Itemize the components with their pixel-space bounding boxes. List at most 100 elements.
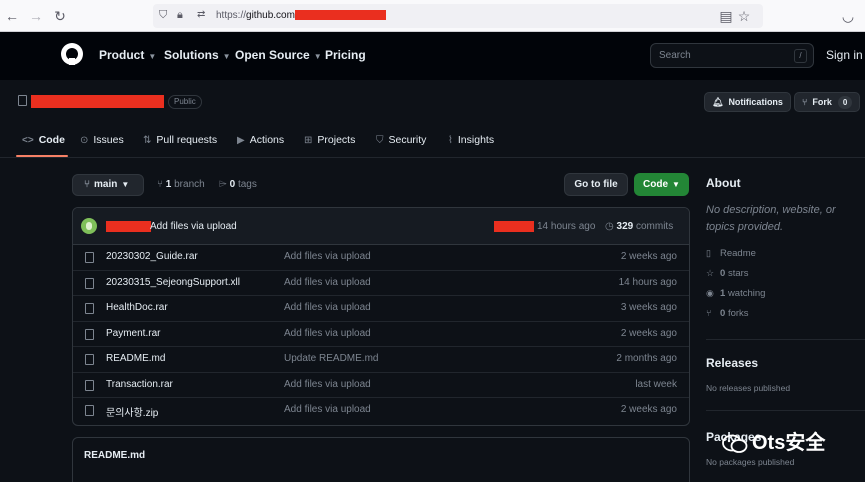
readme-title[interactable]: README.md	[84, 450, 145, 461]
file-row[interactable]: 문의사항.zip Add files via upload 2 weeks ag…	[73, 398, 689, 424]
url-host: github.com	[246, 10, 295, 21]
nav-pricing[interactable]: Pricing	[325, 48, 366, 62]
forward-arrow-icon[interactable]: →	[26, 6, 46, 26]
commit-count-label: commits	[635, 221, 674, 232]
avatar[interactable]	[81, 218, 97, 234]
nav-open-source[interactable]: Open Source ▼	[235, 48, 322, 62]
about-description: No description, website, or topics provi…	[706, 204, 836, 233]
wechat-logo-icon	[722, 434, 748, 453]
file-row[interactable]: Transaction.rar Add files via upload las…	[73, 373, 689, 398]
search-input[interactable]: Search /	[650, 43, 814, 68]
star-icon: ☆	[706, 268, 715, 278]
readme-link[interactable]: ▯ Readme	[706, 248, 756, 259]
file-name[interactable]: README.md	[106, 353, 165, 364]
tab-actions[interactable]: ▶ Actions	[237, 134, 284, 146]
tab-projects[interactable]: ⊞ Projects	[304, 134, 355, 146]
file-row[interactable]: Payment.rar Add files via upload 2 weeks…	[73, 322, 689, 347]
table-icon: ⊞	[304, 135, 313, 146]
tab-projects-label: Projects	[317, 134, 356, 146]
branch-icon: ⑂	[157, 179, 163, 190]
watching-count: 1	[720, 288, 726, 299]
visibility-badge: Public	[168, 95, 202, 109]
tab-security-label: Security	[388, 134, 427, 146]
fork-button[interactable]: ⑂ Fork 0	[794, 92, 861, 112]
file-name[interactable]: Payment.rar	[106, 328, 160, 339]
tab-issues[interactable]: ⊙ Issues	[80, 134, 124, 146]
commit-count: 329	[616, 221, 634, 232]
bookmark-star-icon[interactable]: ☆	[734, 6, 754, 26]
nav-open-source-label: Open Source	[235, 48, 310, 62]
nav-product-label: Product	[99, 48, 145, 62]
notifications-button[interactable]: 🔔︎ Notifications	[704, 92, 791, 112]
file-row[interactable]: HealthDoc.rar Add files via upload 3 wee…	[73, 296, 689, 322]
file-row[interactable]: 20230315_SejeongSupport.xll Add files vi…	[73, 271, 689, 296]
pocket-icon[interactable]: ◡	[838, 6, 858, 26]
tab-code[interactable]: <> Code	[22, 134, 65, 146]
code-button[interactable]: Code ▼	[634, 173, 689, 196]
reader-view-icon[interactable]: ▤	[716, 6, 736, 26]
graph-icon: ⌇	[448, 135, 453, 146]
latest-commit-message[interactable]: Add files via upload	[150, 221, 237, 232]
permissions-icon: ⇄	[197, 9, 206, 20]
branch-select-button[interactable]: ⑂ main ▼	[72, 174, 144, 196]
chevron-down-icon: ▼	[313, 52, 322, 61]
file-commit-message[interactable]: Add files via upload	[284, 379, 371, 390]
tab-pull-requests[interactable]: ⇅ Pull requests	[143, 134, 217, 146]
redacted-commit-author[interactable]	[106, 221, 151, 232]
sidebar-divider	[706, 339, 865, 340]
file-age: 14 hours ago	[618, 276, 677, 288]
forks-link[interactable]: ⑂ 0 forks	[706, 308, 749, 319]
file-commit-message[interactable]: Add files via upload	[284, 251, 371, 262]
stars-link[interactable]: ☆ 0 stars	[706, 268, 749, 279]
redacted-commit-hash[interactable]	[494, 221, 534, 232]
redacted-repo-name[interactable]	[31, 95, 164, 108]
github-logo-icon[interactable]	[61, 43, 83, 65]
repo-icon	[18, 95, 27, 106]
fork-icon: ⑂	[802, 97, 808, 107]
watching-label: watching	[727, 288, 766, 299]
tabs-divider	[0, 157, 865, 158]
file-row[interactable]: 20230302_Guide.rar Add files via upload …	[73, 245, 689, 271]
tag-count-label: tags	[237, 179, 257, 190]
file-name[interactable]: HealthDoc.rar	[106, 302, 168, 313]
watermark: Ots安全	[722, 426, 825, 455]
file-age: 3 weeks ago	[620, 302, 677, 313]
nav-solutions[interactable]: Solutions ▼	[164, 48, 231, 62]
file-name[interactable]: 문의사항.zip	[106, 404, 158, 419]
tab-insights[interactable]: ⌇ Insights	[448, 134, 494, 146]
file-name[interactable]: Transaction.rar	[106, 379, 173, 390]
branch-icon: ⑂	[84, 179, 90, 190]
file-commit-message[interactable]: Add files via upload	[284, 302, 371, 313]
back-arrow-icon[interactable]: ←	[2, 6, 22, 26]
go-to-file-button[interactable]: Go to file	[564, 173, 628, 196]
file-icon	[85, 252, 94, 263]
file-name[interactable]: 20230302_Guide.rar	[106, 251, 198, 262]
releases-heading[interactable]: Releases	[706, 356, 758, 370]
tab-issues-label: Issues	[93, 134, 124, 146]
file-row[interactable]: README.md Update README.md 2 months ago	[73, 347, 689, 373]
file-icon	[85, 354, 94, 365]
readme-panel: README.md	[72, 437, 690, 482]
tags-link[interactable]: ⌲ 0 tags	[219, 179, 257, 190]
file-age: 2 months ago	[616, 353, 677, 364]
address-bar[interactable]: ⛉ 🔒︎ ⇄ https://github.com	[153, 4, 763, 28]
nav-product[interactable]: Product ▼	[99, 48, 156, 62]
file-icon	[85, 405, 94, 416]
file-commit-message[interactable]: Add files via upload	[284, 277, 371, 288]
reload-icon[interactable]: ↻	[50, 6, 70, 26]
redacted-url-path	[294, 10, 386, 21]
sidebar-divider	[706, 410, 865, 411]
sign-in-link[interactable]: Sign in	[826, 48, 863, 62]
latest-commit-time: 14 hours ago	[537, 221, 596, 232]
file-commit-message[interactable]: Update README.md	[284, 353, 378, 364]
branches-link[interactable]: ⑂ 1 branch	[157, 179, 205, 190]
commits-link[interactable]: ◷ 329 commits	[605, 221, 673, 232]
play-icon: ▶	[237, 135, 245, 146]
releases-empty-text: No releases published	[706, 383, 791, 393]
url-scheme: https://	[216, 10, 247, 21]
file-name[interactable]: 20230315_SejeongSupport.xll	[106, 277, 240, 288]
tab-security[interactable]: ⛉ Security	[376, 134, 426, 146]
file-commit-message[interactable]: Add files via upload	[284, 404, 371, 415]
file-commit-message[interactable]: Add files via upload	[284, 328, 371, 339]
watching-link[interactable]: ◉ 1 watching	[706, 288, 765, 299]
